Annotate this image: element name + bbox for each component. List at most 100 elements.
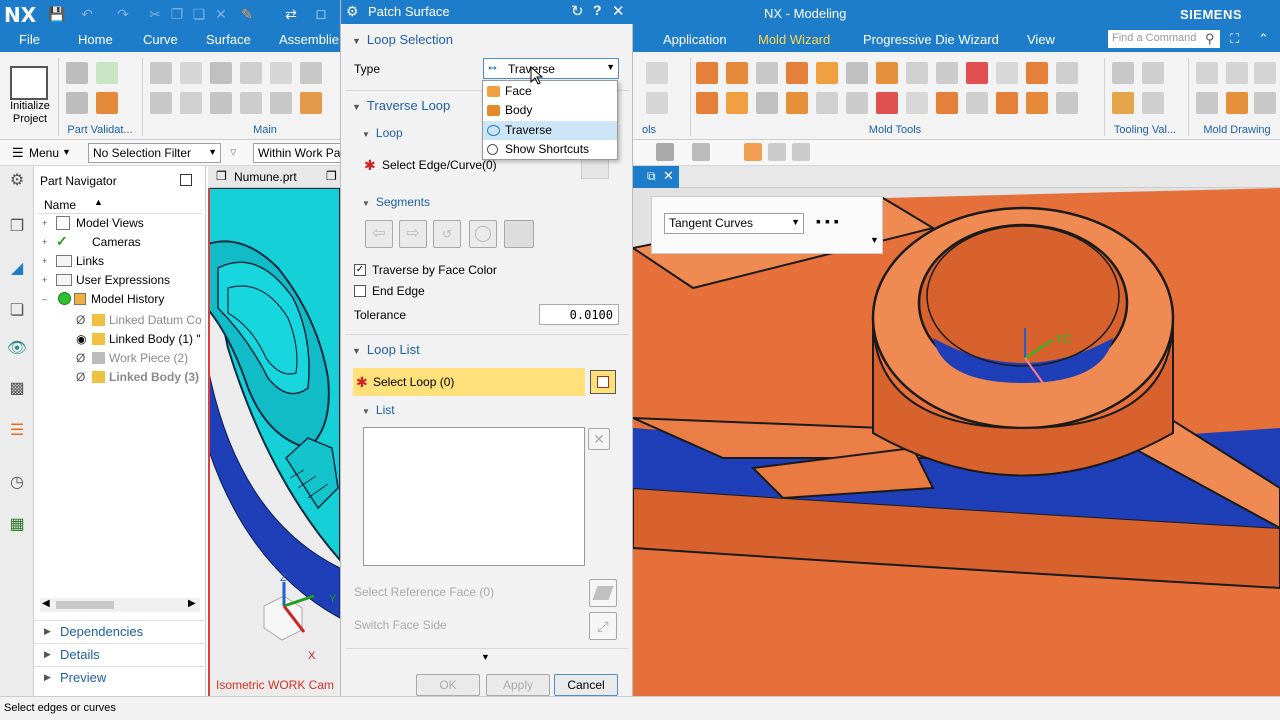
- tree-item-model-views[interactable]: + Model Views: [34, 214, 204, 233]
- reference-face-icon[interactable]: [589, 579, 617, 607]
- hidden-eye-icon[interactable]: Ø: [76, 370, 85, 384]
- mold-tool-icon[interactable]: [816, 62, 838, 84]
- curve-snap-icon[interactable]: [768, 143, 786, 161]
- next-segment-icon[interactable]: ⇨: [399, 220, 427, 248]
- undock-icon[interactable]: ⧉: [647, 169, 656, 184]
- workpiece-icon[interactable]: [210, 62, 232, 84]
- fullscreen-icon[interactable]: ⛶: [1230, 31, 1239, 47]
- section-details[interactable]: ▶ Details: [34, 643, 206, 666]
- add-loop-icon[interactable]: [590, 370, 616, 394]
- hd3d-tools-icon[interactable]: ☰: [6, 420, 28, 442]
- section-loop-selection[interactable]: ▼ Loop Selection: [352, 32, 453, 47]
- check-interference-icon[interactable]: [1112, 62, 1134, 84]
- tab-curve[interactable]: Curve: [143, 32, 178, 47]
- graphics-window-left[interactable]: ❐ Numune.prt ❐ Z Y X Isometric WORK Cam: [208, 166, 340, 696]
- expand-icon[interactable]: +: [42, 237, 52, 247]
- scroll-left-icon[interactable]: ◀: [42, 598, 50, 609]
- mold-tool-icon[interactable]: [906, 92, 928, 114]
- subsection-list[interactable]: ▼ List: [362, 403, 395, 417]
- mold-tool-icon[interactable]: [876, 62, 898, 84]
- find-command-input[interactable]: Find a Command: [1108, 30, 1220, 48]
- mold-tool-icon[interactable]: [726, 92, 748, 114]
- tree-item-linked-body-1[interactable]: ◉ Linked Body (1) ": [34, 330, 204, 349]
- cut-icon[interactable]: ✂: [146, 5, 164, 23]
- initialize-project-button[interactable]: Initialize Project: [4, 100, 56, 126]
- cavity-layout-icon[interactable]: [240, 62, 262, 84]
- help-icon[interactable]: ?: [593, 2, 602, 18]
- maximize-icon[interactable]: [180, 174, 192, 186]
- hole-table-icon[interactable]: [1254, 62, 1276, 84]
- family-mold-icon[interactable]: [270, 62, 292, 84]
- cycle-candidates-icon[interactable]: ↺: [433, 220, 461, 248]
- scrollbar-thumb[interactable]: [56, 601, 114, 609]
- expand-icon[interactable]: +: [42, 218, 52, 228]
- snap-point-icon[interactable]: [744, 143, 762, 161]
- mold-tool-icon[interactable]: [756, 92, 778, 114]
- toolbar-dropdown-icon[interactable]: ▼: [870, 235, 879, 245]
- search-icon[interactable]: ⚲: [1205, 31, 1215, 47]
- check-regions-icon[interactable]: [96, 62, 118, 84]
- hidden-eye-icon[interactable]: Ø: [76, 351, 85, 365]
- mold-tool-icon[interactable]: [846, 62, 868, 84]
- settings-gear-icon[interactable]: ⚙: [6, 170, 28, 192]
- mold-base-icon[interactable]: [300, 62, 322, 84]
- subsection-loop[interactable]: ▼ Loop: [362, 126, 403, 140]
- save-icon[interactable]: 💾: [48, 5, 66, 23]
- redo-icon[interactable]: ↷: [114, 5, 132, 23]
- mold-tool-icon[interactable]: [936, 62, 958, 84]
- mold-csys-icon[interactable]: [150, 62, 172, 84]
- loop-list-box[interactable]: [363, 427, 585, 566]
- tab-home[interactable]: Home: [78, 32, 113, 47]
- cancel-button[interactable]: Cancel: [554, 674, 618, 696]
- initialize-project-icon[interactable]: [10, 66, 48, 100]
- scroll-right-icon[interactable]: ▶: [188, 598, 196, 609]
- type-option-traverse[interactable]: Traverse: [483, 121, 617, 140]
- tolerance-input[interactable]: 0.0100: [539, 304, 619, 325]
- constraint-navigator-icon[interactable]: ❏: [6, 300, 28, 322]
- visibility-icon[interactable]: 👁: [6, 338, 28, 360]
- ejector-pin-icon[interactable]: [180, 92, 202, 114]
- tree-item-cameras[interactable]: + ✓ Cameras: [34, 233, 204, 252]
- type-option-face[interactable]: Face: [483, 82, 617, 101]
- mold-tool-icon[interactable]: [936, 92, 958, 114]
- view-render-icon[interactable]: [692, 143, 710, 161]
- component-drawing-icon[interactable]: [1226, 62, 1248, 84]
- part-navigator-icon[interactable]: ◢: [6, 258, 28, 280]
- expand-icon[interactable]: +: [42, 275, 52, 285]
- mold-tool-icon[interactable]: [846, 92, 868, 114]
- gate-icon[interactable]: [270, 92, 292, 114]
- standard-part-icon[interactable]: [150, 92, 172, 114]
- ok-button[interactable]: OK: [416, 674, 480, 696]
- visible-eye-icon[interactable]: ◉: [76, 332, 86, 346]
- graphics-window-right[interactable]: ⧉ ✕ YC Tangent Curves ▼ ▪▪▪ ▼: [633, 166, 1280, 696]
- section-traverse-loop[interactable]: ▼ Traverse Loop: [352, 98, 450, 113]
- mold-tool-icon[interactable]: [756, 62, 778, 84]
- gear-icon[interactable]: ⚙: [346, 3, 359, 20]
- close-tab-icon[interactable]: ✕: [663, 168, 674, 184]
- type-option-show-shortcuts[interactable]: Show Shortcuts: [483, 140, 617, 159]
- shrinkage-icon[interactable]: [180, 62, 202, 84]
- selection-scope-select[interactable]: Within Work Part: [253, 143, 340, 163]
- select-edge-curve-label[interactable]: Select Edge/Curve: [382, 158, 482, 172]
- undo-icon[interactable]: ↶: [78, 5, 96, 23]
- reuse-library-icon[interactable]: ▩: [6, 378, 28, 400]
- reset-icon[interactable]: ↻: [571, 2, 584, 20]
- traverse-by-face-color-checkbox[interactable]: ✓: [354, 264, 366, 276]
- tab-progressive-die-wizard[interactable]: Progressive Die Wizard: [863, 32, 999, 47]
- mold-tool-icon[interactable]: [906, 62, 928, 84]
- cooling-drawing-icon[interactable]: [1254, 92, 1276, 114]
- mold-tool-icon[interactable]: [966, 92, 988, 114]
- type-select[interactable]: ⭤ Traverse ▼: [483, 58, 619, 79]
- mold-tool-icon[interactable]: [876, 92, 898, 114]
- mold-tool-icon[interactable]: [696, 92, 718, 114]
- switch-side-icon[interactable]: ⤢: [589, 612, 617, 640]
- tab-mold-wizard[interactable]: Mold Wizard: [758, 32, 830, 47]
- mold-tool-icon[interactable]: [786, 92, 808, 114]
- mold-tool-icon[interactable]: [996, 92, 1018, 114]
- mold-tool-icon[interactable]: [786, 62, 808, 84]
- more-options-chevron-icon[interactable]: ▼: [481, 652, 490, 662]
- mold-tool-icon[interactable]: [696, 62, 718, 84]
- filter-icon[interactable]: ▿: [230, 144, 237, 160]
- tree-item-linked-datum[interactable]: Ø Linked Datum Co: [34, 311, 204, 330]
- mold-tool-icon[interactable]: [1026, 92, 1048, 114]
